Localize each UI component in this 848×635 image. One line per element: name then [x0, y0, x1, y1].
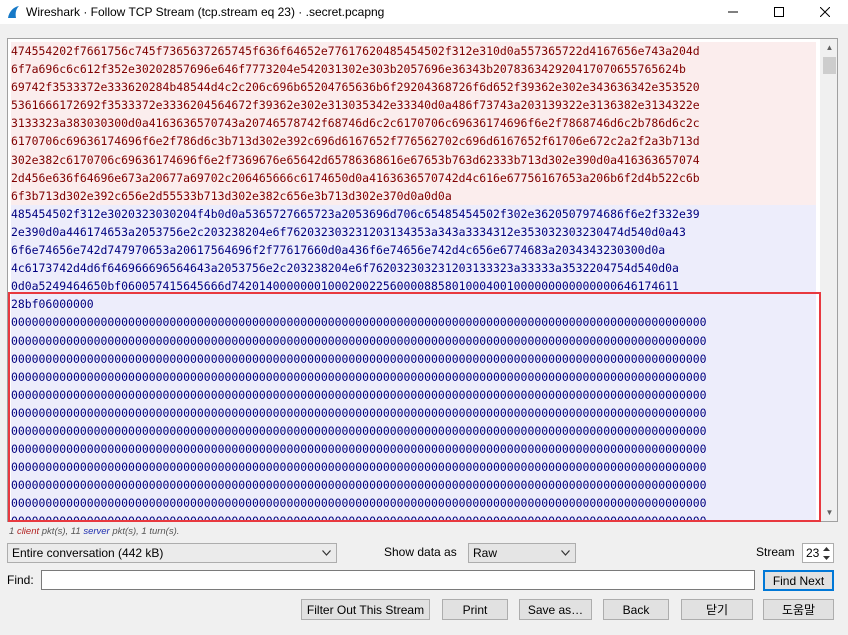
show-data-as-select[interactable]: Raw: [468, 543, 576, 563]
client-stream-line[interactable]: 474554202f7661756c745f7365637265745f636f…: [11, 42, 816, 61]
server-stream-line[interactable]: 0000000000000000000000000000000000000000…: [11, 494, 816, 513]
follow-tcp-stream-window: Wireshark · Follow TCP Stream (tcp.strea…: [0, 0, 848, 635]
chevron-down-icon: [560, 547, 571, 559]
server-stream-line[interactable]: 0000000000000000000000000000000000000000…: [11, 349, 816, 368]
scroll-down-arrow[interactable]: ▼: [821, 504, 837, 521]
filter-out-stream-button[interactable]: Filter Out This Stream: [301, 599, 430, 620]
server-stream-line[interactable]: 0000000000000000000000000000000000000000…: [11, 421, 816, 441]
client-stream-line[interactable]: 302e382c6170706c69636174696f6e2f7369676e…: [11, 150, 816, 169]
client-stream-line[interactable]: 5361666172692f3533372e3336204564672f3936…: [11, 96, 816, 115]
server-packet-count: 11: [70, 526, 81, 537]
find-input[interactable]: [41, 570, 755, 590]
server-stream-line[interactable]: 0000000000000000000000000000000000000000…: [11, 313, 816, 332]
conversation-select[interactable]: Entire conversation (442 kB): [7, 543, 337, 563]
server-stream-line[interactable]: 0000000000000000000000000000000000000000…: [11, 458, 816, 477]
close-button[interactable]: 닫기: [681, 599, 753, 620]
minimize-icon: [728, 11, 738, 13]
server-stream-line[interactable]: 0000000000000000000000000000000000000000…: [11, 367, 816, 386]
server-stream-line[interactable]: 0000000000000000000000000000000000000000…: [11, 512, 816, 521]
conversation-select-value: Entire conversation (442 kB): [12, 546, 164, 560]
minimize-button[interactable]: [710, 0, 756, 24]
server-stream-line[interactable]: 4c6173742d4d6f646966696564643a2053756e2c…: [11, 259, 816, 278]
client-stream-line[interactable]: 2d456e636f64696e673a20677a69702c20646566…: [11, 168, 816, 187]
stream-content-pane[interactable]: 474554202f7661756c745f7365637265745f636f…: [7, 38, 838, 522]
server-label: server: [83, 526, 110, 537]
save-as-button[interactable]: Save as…: [519, 599, 592, 620]
client-stream-line[interactable]: 6f3b713d302e392c656e2d55533b713d302e382c…: [11, 186, 816, 205]
server-stream-line[interactable]: 0000000000000000000000000000000000000000…: [11, 385, 816, 404]
server-stream-line[interactable]: 0000000000000000000000000000000000000000…: [11, 331, 816, 350]
server-stream-line[interactable]: 2e390d0a446174653a2053756e2c203238204e6f…: [11, 222, 816, 242]
server-stream-line[interactable]: 0000000000000000000000000000000000000000…: [11, 440, 816, 459]
client-stream-line[interactable]: 69742f3533372e333620284b48544d4c2c206c69…: [11, 78, 816, 97]
maximize-icon: [774, 7, 784, 17]
scroll-up-arrow[interactable]: ▲: [821, 39, 837, 56]
packet-stats: 1 client pkt(s), 11 server pkt(s), 1 tur…: [9, 526, 179, 537]
client-packet-count: 1: [9, 526, 15, 537]
window-title: Wireshark · Follow TCP Stream (tcp.strea…: [26, 5, 385, 19]
client-stream-line[interactable]: 3133323a383030300d0a4163636570743a207465…: [11, 114, 816, 133]
spin-down-icon[interactable]: [820, 553, 833, 562]
show-data-as-label: Show data as: [384, 545, 457, 559]
client-label: client: [16, 526, 40, 537]
client-stream-line[interactable]: 6f7a696c6c612f352e30202857696e646f777320…: [11, 60, 816, 79]
server-stream-line[interactable]: 6f6e74656e742d747970653a20617564696f2f77…: [11, 241, 816, 260]
title-bar[interactable]: Wireshark · Follow TCP Stream (tcp.strea…: [0, 0, 848, 24]
server-stream-line[interactable]: 485454502f312e3020323030204f4b0d0a536572…: [11, 204, 816, 223]
vertical-scrollbar[interactable]: ▲ ▼: [820, 39, 837, 521]
stream-text[interactable]: 474554202f7661756c745f7365637265745f636f…: [11, 42, 816, 521]
close-icon: [820, 7, 830, 17]
server-stream-line[interactable]: 0000000000000000000000000000000000000000…: [11, 403, 816, 422]
maximize-button[interactable]: [756, 0, 802, 24]
turn-count: 1 turn(s).: [141, 526, 180, 537]
show-data-as-value: Raw: [473, 546, 498, 560]
back-button[interactable]: Back: [603, 599, 669, 620]
print-button[interactable]: Print: [442, 599, 508, 620]
stream-number-spinbox[interactable]: 23: [802, 543, 834, 563]
close-window-button[interactable]: [802, 0, 848, 24]
server-packet-suffix: pkt(s),: [112, 526, 139, 537]
server-stream-line[interactable]: 0000000000000000000000000000000000000000…: [11, 476, 816, 495]
find-next-button[interactable]: Find Next: [763, 570, 834, 591]
client-packet-suffix: pkt(s),: [41, 526, 69, 537]
server-stream-line[interactable]: 0d0a5249464650bf060057415645666d74201400…: [11, 277, 816, 296]
spin-up-icon[interactable]: [820, 544, 833, 553]
scroll-thumb[interactable]: [823, 57, 836, 74]
client-stream-line[interactable]: 6170706c69636174696f6e2f786d6c3b713d302e…: [11, 132, 816, 151]
stream-label: Stream: [756, 545, 795, 559]
wireshark-fin-icon: [8, 6, 19, 18]
server-stream-line[interactable]: 28bf06000000: [11, 295, 816, 314]
stream-number-value: 23: [806, 546, 820, 560]
find-label: Find:: [7, 573, 34, 587]
help-button[interactable]: 도움말: [763, 599, 834, 620]
chevron-down-icon: [321, 547, 332, 559]
